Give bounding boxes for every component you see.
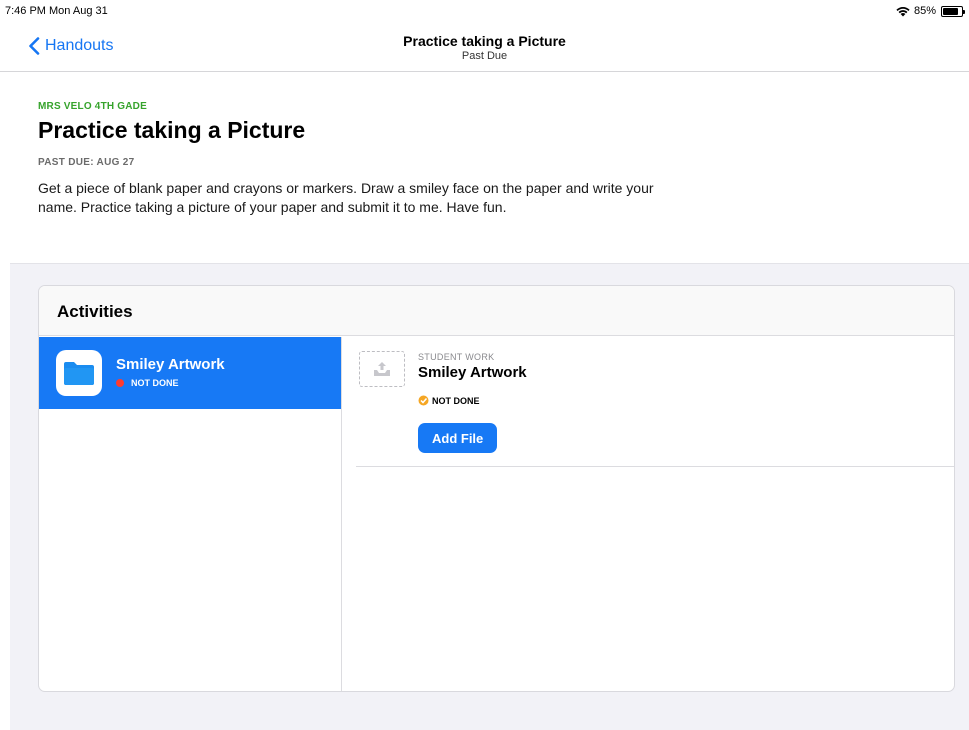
activity-detail: STUDENT WORK Smiley Artwork NOT DONE Add… [343, 337, 954, 691]
activities-header: Activities [39, 286, 954, 336]
activities-list: Smiley Artwork NOT DONE [39, 337, 342, 691]
add-file-button[interactable]: Add File [418, 423, 498, 453]
nav-title-group: Practice taking a Picture Past Due [0, 33, 969, 62]
assignment-title: Practice taking a Picture [38, 117, 306, 143]
student-work-status: NOT DONE [418, 395, 480, 406]
status-bar: 7:46 PM Mon Aug 31 85% [0, 0, 969, 22]
battery-percent: 85% [913, 5, 936, 17]
status-right: 85% [895, 5, 965, 17]
nav-subtitle: Past Due [461, 50, 508, 62]
activity-item-smiley-artwork[interactable]: Smiley Artwork NOT DONE [39, 337, 341, 409]
student-work-item: STUDENT WORK Smiley Artwork NOT DONE Add… [356, 337, 954, 467]
nav-title: Practice taking a Picture [403, 33, 566, 49]
battery-icon [941, 5, 965, 17]
activity-status: NOT DONE [116, 378, 179, 388]
status-time: 7:46 PM Mon Aug 31 [5, 5, 108, 17]
activity-name: Smiley Artwork [116, 356, 225, 373]
files-app-icon [56, 350, 102, 396]
student-work-label: STUDENT WORK [418, 352, 495, 362]
student-work-title: Smiley Artwork [418, 364, 527, 381]
activities-card: Activities Smiley Artwork NOT DONE STUDE… [38, 285, 955, 692]
not-done-icon [418, 395, 429, 406]
upload-tray-icon [359, 351, 405, 387]
navigation-bar: Handouts Practice taking a Picture Past … [0, 24, 969, 72]
student-work-status-label: NOT DONE [432, 395, 480, 406]
class-name: MRS VELO 4TH GADE [38, 101, 147, 112]
not-done-dot-icon [116, 379, 124, 387]
activity-status-label: NOT DONE [131, 378, 179, 388]
wifi-icon [896, 6, 910, 16]
assignment-instructions: Get a piece of blank paper and crayons o… [38, 180, 654, 215]
assignment-header: MRS VELO 4TH GADE Practice taking a Pict… [0, 73, 969, 263]
due-date-label: PAST DUE: AUG 27 [38, 157, 135, 168]
